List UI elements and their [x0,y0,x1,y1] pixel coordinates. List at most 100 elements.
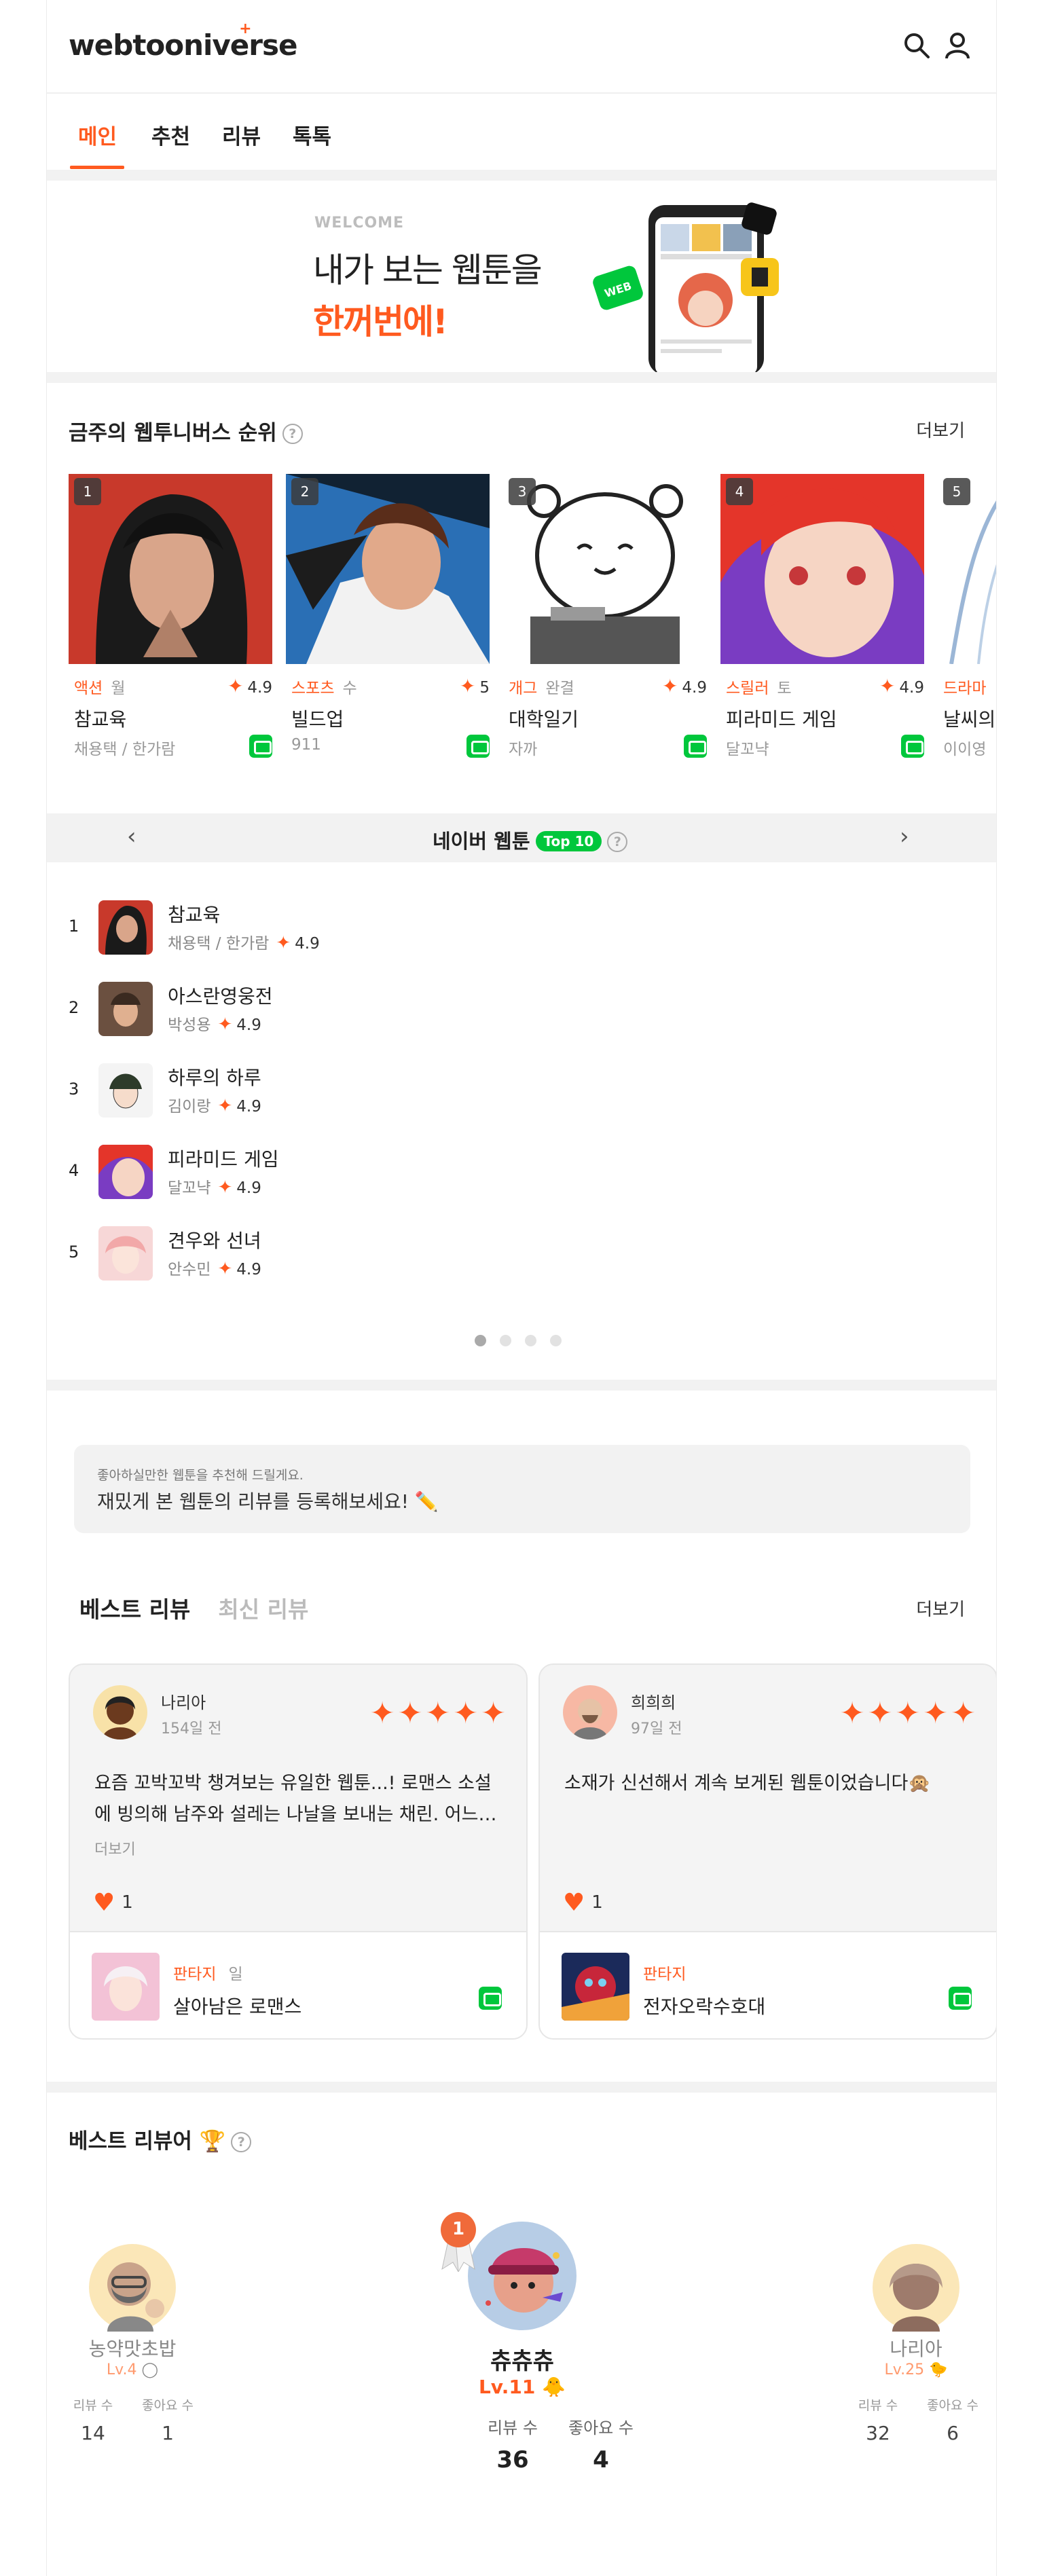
star-icon: ✦ [879,675,896,697]
webtoon-meta: 달꼬냑 ✦ 4.9 [168,1177,261,1198]
heart-icon: ♥ [93,1889,115,1917]
logo[interactable]: webtooniverse + [69,20,297,62]
page-dot[interactable] [475,1335,486,1346]
main-nav-tabs: 메인 추천 리뷰 톡톡 [47,95,996,170]
webtoon-title: 대학일기 [509,708,579,731]
list-item[interactable]: 3 하루의 하루 김이랑 ✦ 4.9 [69,1058,612,1119]
webtoon-title: 전자오락수호대 [643,1995,766,2018]
welcome-banner[interactable]: WELCOME 내가 보는 웹툰을 한꺼번에! WEB [47,181,996,372]
ranking-card[interactable]: 1 액션 월 ✦ 4.9 참교육 채용택 / 한가람 [69,474,272,766]
rating: ✦ 5 [459,675,490,697]
page-dot[interactable] [500,1335,511,1346]
review-more-link[interactable]: 더보기 [94,1837,136,1859]
weekly-ranking-title: 금주의 웹투니버스 순위? [69,416,303,446]
chicken-icon: 🐤 [929,2361,948,2378]
like-count: 좋아요 수4 [568,2418,634,2473]
page-dot[interactable] [550,1335,562,1346]
naver-webtoon-icon [466,735,490,758]
review-count: 리뷰 수 32 [858,2398,898,2444]
star-icon: ✦ [217,1259,233,1279]
review-count: 리뷰 수 14 [73,2398,113,2444]
rating: ✦ 4.9 [661,675,707,697]
webtoon-title: 참교육 [168,904,221,926]
star-icon: ✦ [217,1177,233,1198]
webtoon-author: 달꼬냑 [726,741,769,758]
webtoon-title: 날씨의 [943,708,996,731]
webtoon-title: 피라미드 게임 [726,708,837,731]
chevron-left-icon[interactable]: ‹ [127,823,136,850]
webtoon-author: 자까 [509,741,538,758]
tab-main[interactable]: 메인 [78,119,117,150]
help-icon[interactable]: ? [607,832,628,852]
page-dot[interactable] [525,1335,536,1346]
genre-label: 개그 완결 [509,680,574,697]
rating: ✦ 4.9 [227,675,272,697]
genre-label: 스릴러 토 [726,680,792,697]
naver-webtoon-icon [901,735,924,758]
webtoon-thumbnail [98,900,153,955]
review-date: 154일 전 [161,1721,222,1737]
review-text: 소재가 신선해서 계속 보게된 웹툰이었습니다🙊 [564,1773,931,1794]
help-icon[interactable]: ? [231,2132,252,2152]
ranking-card[interactable]: 2 스포츠 수 ✦ 5 빌드업 911 [286,474,490,766]
star-icon: ✦ [459,675,476,697]
reviewer-first[interactable]: 1 츄츄츄 Lv.11 🐥 [441,2212,583,2398]
star-icon: ✦ [661,675,678,697]
reviewer-third[interactable]: 나리아 Lv.25 🐤 [862,2243,970,2378]
tab-best-review[interactable]: 베스트 리뷰 [79,1596,190,1623]
webtoon-thumbnail [562,1953,629,2021]
heart-icon: ♥ [563,1889,585,1917]
like-count[interactable]: ♥ 1 [563,1889,603,1917]
like-count[interactable]: ♥ 1 [93,1889,133,1917]
tab-review[interactable]: 리뷰 [222,119,261,150]
reviewed-webtoon[interactable]: 판타지 전자오락수호대 [540,1931,996,2038]
tab-talk[interactable]: 톡톡 [293,119,331,150]
webtoon-meta: 채용택 / 한가람 ✦ 4.9 [168,933,320,953]
review-tabs: 베스트 리뷰 최신 리뷰 [79,1591,333,1624]
review-stars: ✦✦✦✦✦ [839,1696,978,1731]
weekly-more-link[interactable]: 더보기 [916,417,965,442]
tab-latest-review[interactable]: 최신 리뷰 [218,1596,308,1623]
naver-webtoon-icon [949,1987,972,2010]
chevron-right-icon[interactable]: › [900,823,909,850]
avatar [89,2244,176,2332]
reviewer-name: 농약맛초밥 [88,2338,177,2360]
help-icon[interactable]: ? [282,424,303,444]
review-card[interactable]: 나리아 154일 전 ✦✦✦✦✦ 요즘 꼬박꼬박 챙겨보는 유일한 웹툰...!… [69,1663,528,2040]
naver-top10-header: ‹ 네이버 웹툰 Top 10? › [47,813,996,862]
naver-webtoon-icon [684,735,707,758]
active-tab-indicator [70,166,124,169]
webtoon-thumbnail [98,1063,153,1118]
review-date: 97일 전 [631,1721,682,1737]
banner-eyebrow: WELCOME [314,215,405,232]
rank-number: 5 [69,1243,79,1262]
reviewer-level: Lv.4 ◯ [106,2361,159,2378]
review-count: 리뷰 수 36 [488,2418,538,2473]
egg-icon: ◯ [141,2361,159,2378]
ranking-card[interactable]: 3 개그 완결 ✦ 4.9 대학일기 자까 [503,474,707,766]
avatar [93,1685,147,1740]
list-item[interactable]: 5 견우와 선녀 안수민 ✦ 4.9 [69,1221,612,1282]
reviewer-level: Lv.25 🐤 [884,2361,948,2378]
list-item[interactable]: 2 아스란영웅전 박성용 ✦ 4.9 [69,976,612,1037]
reviewer-second[interactable]: 농약맛초밥 Lv.4 ◯ [78,2243,187,2378]
webtoon-title: 참교육 [74,708,127,731]
list-item[interactable]: 4 피라미드 게임 달꼬냑 ✦ 4.9 [69,1139,612,1200]
list-item[interactable]: 1 참교육 채용택 / 한가람 ✦ 4.9 [69,895,612,956]
ranking-card[interactable]: 4 스릴러 토 ✦ 4.9 피라미드 게임 달꼬냑 [720,474,924,766]
review-prompt-banner[interactable]: 좋아하실만한 웹툰을 추천해 드릴게요. 재밌게 본 웹툰의 리뷰를 등록해보세… [74,1445,970,1533]
tab-recommend[interactable]: 추천 [151,119,190,150]
user-icon[interactable] [942,30,973,61]
ranking-card[interactable]: 5 드라마 날씨의 이이영 [938,474,996,766]
genre-label: 스포츠 수 [291,680,357,697]
search-icon[interactable] [901,30,932,61]
reviewer-level: Lv.11 🐥 [478,2376,566,2398]
reviewed-webtoon[interactable]: 판타지 일 살아남은 로맨스 [70,1931,526,2038]
webtoon-meta: 안수민 ✦ 4.9 [168,1259,261,1279]
reviews-more-link[interactable]: 더보기 [916,1596,965,1621]
rank-number: 5 [943,478,970,505]
webtoon-title: 살아남은 로맨스 [173,1995,302,2018]
star-icon: ✦ [217,1014,233,1035]
rank-number: 1 [74,478,101,505]
review-card[interactable]: 희희희 97일 전 ✦✦✦✦✦ 소재가 신선해서 계속 보게된 웹툰이었습니다🙊… [538,1663,996,2040]
